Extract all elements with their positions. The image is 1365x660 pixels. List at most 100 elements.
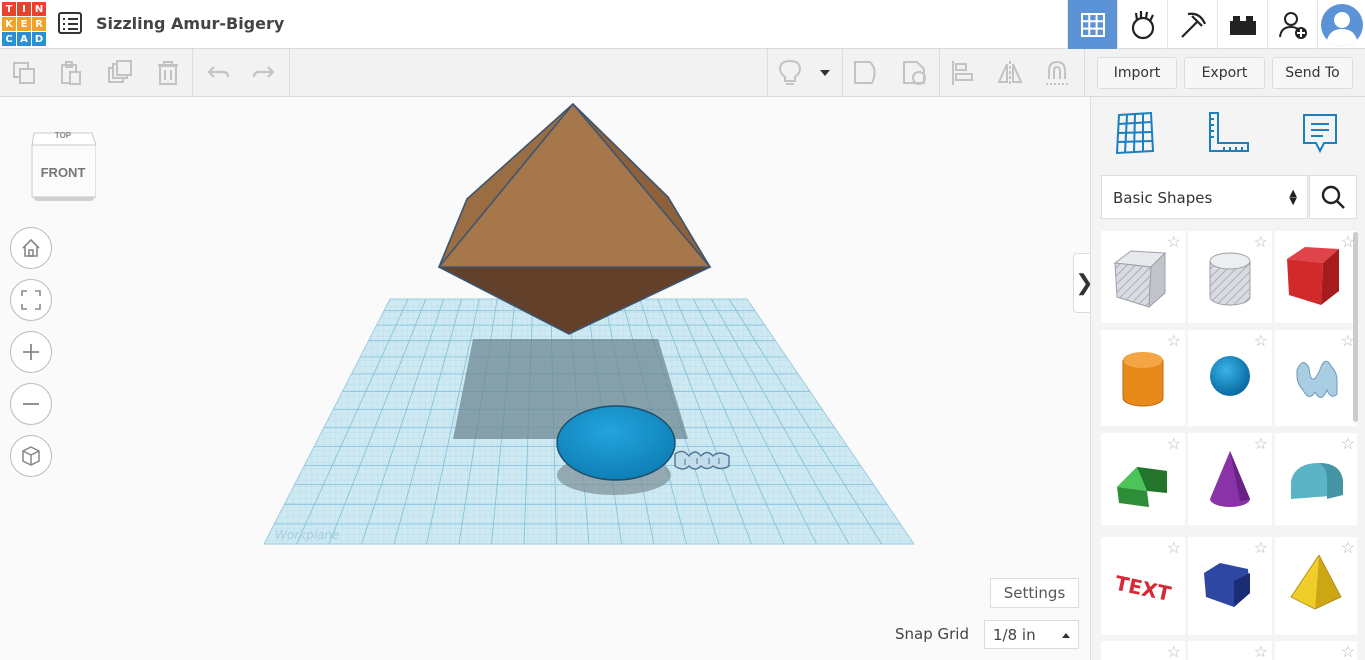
perspective-button[interactable]: [10, 435, 52, 477]
copy-icon: [13, 62, 35, 84]
light-bulb-button[interactable]: [775, 59, 805, 87]
shape-tile[interactable]: TEXT ☆: [1101, 537, 1185, 635]
view-cube-front-label: FRONT: [40, 165, 86, 180]
favorite-star-icon[interactable]: ☆: [1341, 541, 1355, 557]
ellipsoid-shape[interactable]: [556, 405, 676, 481]
shape-tile[interactable]: ☆: [1275, 330, 1357, 426]
favorite-star-icon[interactable]: ☆: [1254, 235, 1268, 251]
minus-icon: [23, 403, 39, 405]
search-icon: [1321, 185, 1345, 209]
grid-view-icon: [1080, 12, 1105, 37]
undo-button[interactable]: [203, 59, 233, 87]
shape-tile[interactable]: ☆: [1275, 537, 1357, 635]
shape-tile[interactable]: ☆: [1101, 433, 1185, 525]
copy-button[interactable]: [9, 59, 39, 87]
settings-button[interactable]: Settings: [990, 578, 1079, 608]
favorite-star-icon[interactable]: ☆: [1254, 541, 1268, 557]
shape-tile[interactable]: ☆: [1188, 641, 1272, 660]
note-icon: [1303, 114, 1337, 154]
home-view-button[interactable]: [10, 227, 52, 269]
shape-search-button[interactable]: [1309, 175, 1357, 219]
align-button[interactable]: [948, 59, 978, 87]
shape-tile[interactable]: ☆: [1101, 641, 1185, 660]
ungroup-button[interactable]: [900, 59, 930, 87]
caret-up-icon: [1062, 633, 1070, 638]
grid-view-button[interactable]: [1067, 0, 1117, 49]
workspace-canvas[interactable]: Workplane TOP FRONT Settings Snap Grid 1…: [0, 97, 1090, 660]
shape-category-value: Basic Shapes: [1113, 189, 1213, 207]
favorite-star-icon[interactable]: ☆: [1167, 645, 1181, 660]
shape-tile[interactable]: ☆: [1275, 433, 1357, 525]
favorite-star-icon[interactable]: ☆: [1254, 645, 1268, 660]
top-bar: TIN KER CAD Sizzling Amur-Bigery: [0, 0, 1365, 49]
mirror-icon: [997, 61, 1023, 85]
ungroup-icon: [903, 61, 926, 85]
delete-button[interactable]: [153, 59, 183, 87]
zoom-in-button[interactable]: [10, 331, 52, 373]
logo-letter: C: [2, 32, 16, 46]
favorite-star-icon[interactable]: ☆: [1167, 235, 1181, 251]
edit-toolbar: Import Export Send To: [0, 49, 1365, 97]
caret-down-icon: [820, 70, 830, 76]
redo-button[interactable]: [249, 59, 279, 87]
logo-letter: A: [17, 32, 31, 46]
tab-notes[interactable]: [1296, 109, 1344, 157]
shape-tile[interactable]: ☆: [1188, 433, 1272, 525]
tinker-hand-icon: [1131, 10, 1154, 39]
paste-button[interactable]: [56, 59, 86, 87]
bricks-icon: [1229, 15, 1256, 35]
shape-tile[interactable]: ☆: [1101, 231, 1185, 323]
fit-icon: [21, 290, 41, 310]
shape-tile[interactable]: ☆: [1188, 537, 1272, 635]
logo-letter: T: [2, 2, 16, 16]
shape-tile[interactable]: ☆: [1275, 641, 1357, 660]
favorite-star-icon[interactable]: ☆: [1167, 541, 1181, 557]
send-to-button[interactable]: Send To: [1272, 57, 1353, 89]
shape-tile[interactable]: ☆: [1188, 330, 1272, 426]
duplicate-button[interactable]: [105, 59, 135, 87]
shape-tile[interactable]: ☆: [1275, 231, 1357, 323]
shape-category-select[interactable]: Basic Shapes ▲ ▼: [1101, 175, 1308, 219]
light-dropdown-button[interactable]: [812, 59, 838, 87]
pickaxe-button[interactable]: [1167, 0, 1217, 49]
magnet-icon: [1046, 60, 1068, 85]
select-arrows-icon: ▲ ▼: [1289, 188, 1297, 207]
favorite-star-icon[interactable]: ☆: [1341, 437, 1355, 453]
group-button[interactable]: [851, 59, 881, 87]
logo-letter: N: [32, 2, 46, 16]
user-avatar[interactable]: [1317, 0, 1365, 49]
tab-ruler[interactable]: [1204, 109, 1252, 157]
bricks-button[interactable]: [1217, 0, 1267, 49]
align-icon: [952, 61, 973, 85]
favorite-star-icon[interactable]: ☆: [1341, 645, 1355, 660]
workplane-icon: [1115, 111, 1155, 155]
design-list-icon[interactable]: [58, 12, 82, 34]
fit-view-button[interactable]: [10, 279, 52, 321]
import-button[interactable]: Import: [1097, 57, 1177, 89]
snap-grid-value: 1/8 in: [993, 626, 1036, 644]
panel-scrollbar[interactable]: [1353, 232, 1358, 422]
plus-icon: [23, 344, 39, 360]
view-cube-top-label: TOP: [54, 131, 72, 140]
snap-grid-select[interactable]: 1/8 in: [984, 620, 1079, 649]
view-cube[interactable]: TOP FRONT: [30, 125, 97, 201]
tinker-hand-button[interactable]: [1117, 0, 1167, 49]
design-title[interactable]: Sizzling Amur-Bigery: [96, 14, 284, 33]
shape-tile[interactable]: ☆: [1101, 330, 1185, 426]
home-icon: [22, 238, 40, 257]
export-button[interactable]: Export: [1184, 57, 1265, 89]
scene-3d[interactable]: Workplane: [0, 97, 1090, 660]
zoom-out-button[interactable]: [10, 383, 52, 425]
tab-workplane[interactable]: [1111, 109, 1159, 157]
favorite-star-icon[interactable]: ☆: [1167, 437, 1181, 453]
scribble-shape[interactable]: [674, 450, 730, 470]
mirror-button[interactable]: [995, 59, 1025, 87]
favorite-star-icon[interactable]: ☆: [1254, 437, 1268, 453]
tinkercad-logo[interactable]: TIN KER CAD: [2, 2, 46, 46]
favorite-star-icon[interactable]: ☆: [1254, 334, 1268, 350]
trash-icon: [158, 61, 178, 85]
favorite-star-icon[interactable]: ☆: [1167, 334, 1181, 350]
invite-user-button[interactable]: [1267, 0, 1317, 49]
shape-tile[interactable]: ☆: [1188, 231, 1272, 323]
cruise-button[interactable]: [1042, 59, 1072, 87]
